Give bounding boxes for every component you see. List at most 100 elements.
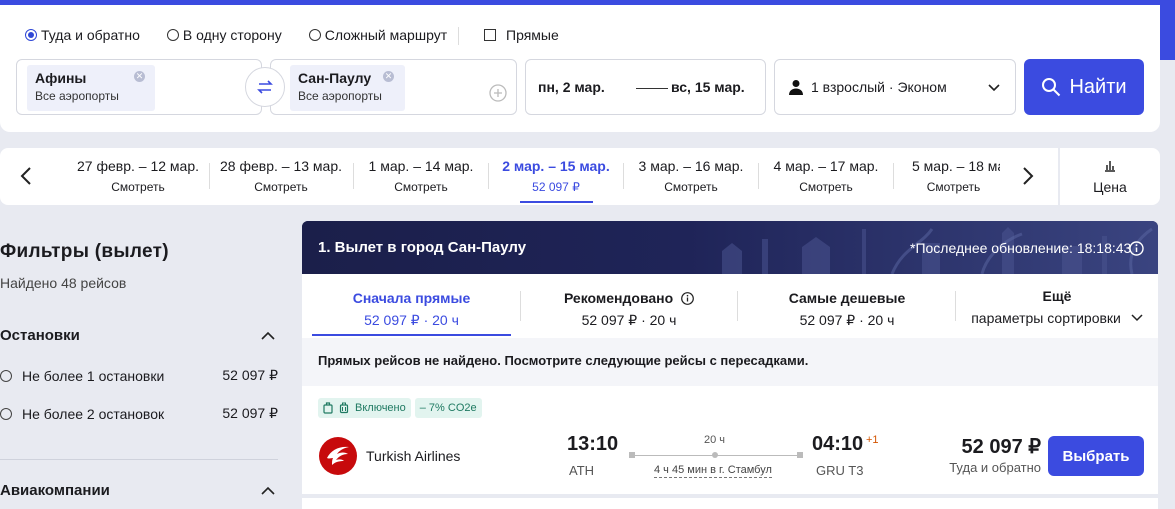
flight-price: 52 097 ₽ bbox=[961, 436, 1041, 458]
clear-destination-icon[interactable]: ✕ bbox=[383, 71, 394, 82]
date-option-selected[interactable]: 2 мар. – 15 мар. 52 097 ₽ bbox=[490, 148, 622, 205]
sort-tabs: Сначала прямые 52 097 ₽ · 20 ч Рекомендо… bbox=[302, 274, 1158, 338]
radio-icon bbox=[0, 369, 12, 382]
airlines-section-title: Авиакомпании bbox=[0, 482, 110, 499]
person-icon bbox=[789, 80, 803, 95]
date-option[interactable]: 5 мар. – 18 мар.Смотреть bbox=[895, 148, 1000, 205]
chevron-right-icon[interactable] bbox=[1022, 166, 1034, 186]
depart-date: пн, 2 мар. bbox=[538, 79, 605, 95]
trip-type-multicity[interactable]: Сложный маршрут bbox=[308, 27, 447, 43]
origin-sub: Все аэропорты bbox=[35, 89, 119, 103]
flight-card[interactable]: Включено – 7% CO2e Turkish Airlines 13:1… bbox=[302, 386, 1158, 494]
results-banner: 1. Вылет в город Сан-Паулу *Последнее об… bbox=[302, 221, 1158, 274]
stops-section-title: Остановки bbox=[0, 327, 80, 344]
next-flight-card[interactable] bbox=[302, 498, 1158, 509]
date-option[interactable]: 27 февр. – 12 мар. Смотреть bbox=[68, 148, 208, 205]
divider bbox=[353, 163, 354, 189]
baggage-tag: Включено bbox=[318, 398, 411, 418]
divider bbox=[520, 291, 521, 321]
stops-option-2[interactable]: Не более 2 остановок 52 097 ₽ bbox=[0, 405, 278, 422]
departure-airport: ATH bbox=[569, 463, 595, 478]
filters-panel: Фильтры (вылет) Найдено 48 рейсов Остано… bbox=[0, 205, 290, 509]
tab-direct-first[interactable]: Сначала прямые 52 097 ₽ · 20 ч bbox=[312, 274, 511, 338]
destination-field[interactable]: Сан-Паулу Все аэропорты ✕ bbox=[270, 59, 517, 115]
trip-type-group: Туда и обратно В одну сторону Сложный ма… bbox=[25, 27, 447, 43]
dates-field[interactable]: пн, 2 мар. вс, 15 мар. bbox=[525, 59, 766, 115]
radio-icon bbox=[166, 29, 179, 41]
last-update-text: *Последнее обновление: 18:18:43 bbox=[910, 240, 1132, 256]
find-button[interactable]: Найти bbox=[1024, 59, 1144, 115]
divider bbox=[737, 291, 738, 321]
date-option[interactable]: 3 мар. – 16 мар. Смотреть bbox=[625, 148, 757, 205]
clear-origin-icon[interactable]: ✕ bbox=[134, 71, 145, 82]
chevron-down-icon bbox=[988, 84, 1000, 92]
origin-chip: Афины Все аэропорты ✕ bbox=[27, 65, 155, 111]
price-note: Туда и обратно bbox=[949, 460, 1041, 475]
filters-title: Фильтры (вылет) bbox=[0, 241, 169, 262]
banner-title: 1. Вылет в город Сан-Паулу bbox=[318, 239, 527, 256]
swap-button[interactable] bbox=[245, 67, 285, 107]
route-start-dot bbox=[629, 452, 635, 458]
trip-type-oneway[interactable]: В одну сторону bbox=[166, 27, 282, 43]
destination-city: Сан-Паулу bbox=[298, 70, 372, 86]
next-day-indicator: +1 bbox=[866, 434, 879, 446]
passengers-label: 1 взрослый · Эконом bbox=[811, 79, 947, 95]
divider bbox=[488, 163, 489, 189]
chevron-up-icon[interactable] bbox=[261, 331, 275, 340]
date-option[interactable]: 28 февр. – 13 мар. Смотреть bbox=[211, 148, 351, 205]
date-option[interactable]: 1 мар. – 14 мар. Смотреть bbox=[355, 148, 487, 205]
arrival-airport: GRU T3 bbox=[816, 463, 864, 478]
checkbox-icon bbox=[484, 29, 496, 41]
radio-icon bbox=[0, 407, 12, 420]
stop-dot bbox=[712, 452, 718, 458]
info-icon[interactable] bbox=[1129, 241, 1144, 256]
divider bbox=[0, 459, 278, 460]
divider bbox=[623, 163, 624, 189]
radio-icon bbox=[308, 29, 321, 41]
divider bbox=[209, 163, 210, 189]
turkish-airlines-logo bbox=[319, 437, 357, 475]
chevron-up-icon[interactable] bbox=[261, 486, 275, 495]
info-icon[interactable] bbox=[681, 292, 694, 305]
layover-info[interactable]: 4 ч 45 мин в г. Стамбул bbox=[654, 464, 772, 478]
no-direct-notice: Прямых рейсов не найдено. Посмотрите сле… bbox=[302, 338, 1158, 386]
results-count: Найдено 48 рейсов bbox=[0, 275, 127, 291]
date-carousel: 27 февр. – 12 мар. Смотреть 28 февр. – 13… bbox=[0, 148, 1160, 205]
destination-chip: Сан-Паулу Все аэропорты ✕ bbox=[290, 65, 405, 111]
right-accent-bar bbox=[1160, 0, 1175, 60]
swap-icon bbox=[257, 80, 273, 94]
tab-more-sorting[interactable]: Ещё параметры сортировки bbox=[957, 274, 1157, 338]
tab-cheapest[interactable]: Самые дешевые 52 097 ₽ · 20 ч bbox=[739, 274, 955, 338]
divider bbox=[458, 27, 459, 45]
airline-name: Turkish Airlines bbox=[366, 448, 461, 464]
co2-tag: – 7% CO2e bbox=[414, 398, 482, 418]
divider bbox=[893, 163, 894, 189]
carry-on-icon bbox=[323, 402, 333, 414]
return-date: вс, 15 мар. bbox=[671, 79, 745, 95]
origin-field[interactable]: Афины Все аэропорты ✕ bbox=[16, 59, 262, 115]
radio-icon bbox=[25, 29, 37, 41]
direct-only-checkbox[interactable]: Прямые bbox=[484, 27, 559, 43]
destination-sub: Все аэропорты bbox=[298, 89, 382, 103]
date-option[interactable]: 4 мар. – 17 мар. Смотреть bbox=[760, 148, 892, 205]
selected-underline bbox=[520, 201, 593, 203]
active-tab-underline bbox=[312, 334, 511, 336]
flight-duration: 20 ч bbox=[704, 434, 726, 446]
divider bbox=[955, 291, 956, 321]
tab-recommended[interactable]: Рекомендовано 52 097 ₽ · 20 ч bbox=[522, 274, 736, 338]
passengers-field[interactable]: 1 взрослый · Эконом bbox=[774, 59, 1016, 115]
search-icon bbox=[1042, 78, 1061, 97]
select-flight-button[interactable]: Выбрать bbox=[1048, 436, 1144, 476]
bar-chart-icon bbox=[1105, 161, 1115, 172]
arrival-time: 04:10 bbox=[812, 433, 864, 455]
add-destination-icon[interactable] bbox=[489, 84, 507, 102]
chevron-down-icon bbox=[1131, 314, 1143, 322]
origin-city: Афины bbox=[35, 70, 87, 86]
route-end-dot bbox=[797, 452, 803, 458]
price-sort-toggle[interactable]: Цена bbox=[1060, 148, 1160, 205]
trip-type-roundtrip[interactable]: Туда и обратно bbox=[25, 27, 140, 43]
departure-time: 13:10 bbox=[567, 433, 619, 455]
chevron-left-icon[interactable] bbox=[20, 166, 32, 186]
stops-option-1[interactable]: Не более 1 остановки 52 097 ₽ bbox=[0, 367, 278, 384]
divider bbox=[758, 163, 759, 189]
